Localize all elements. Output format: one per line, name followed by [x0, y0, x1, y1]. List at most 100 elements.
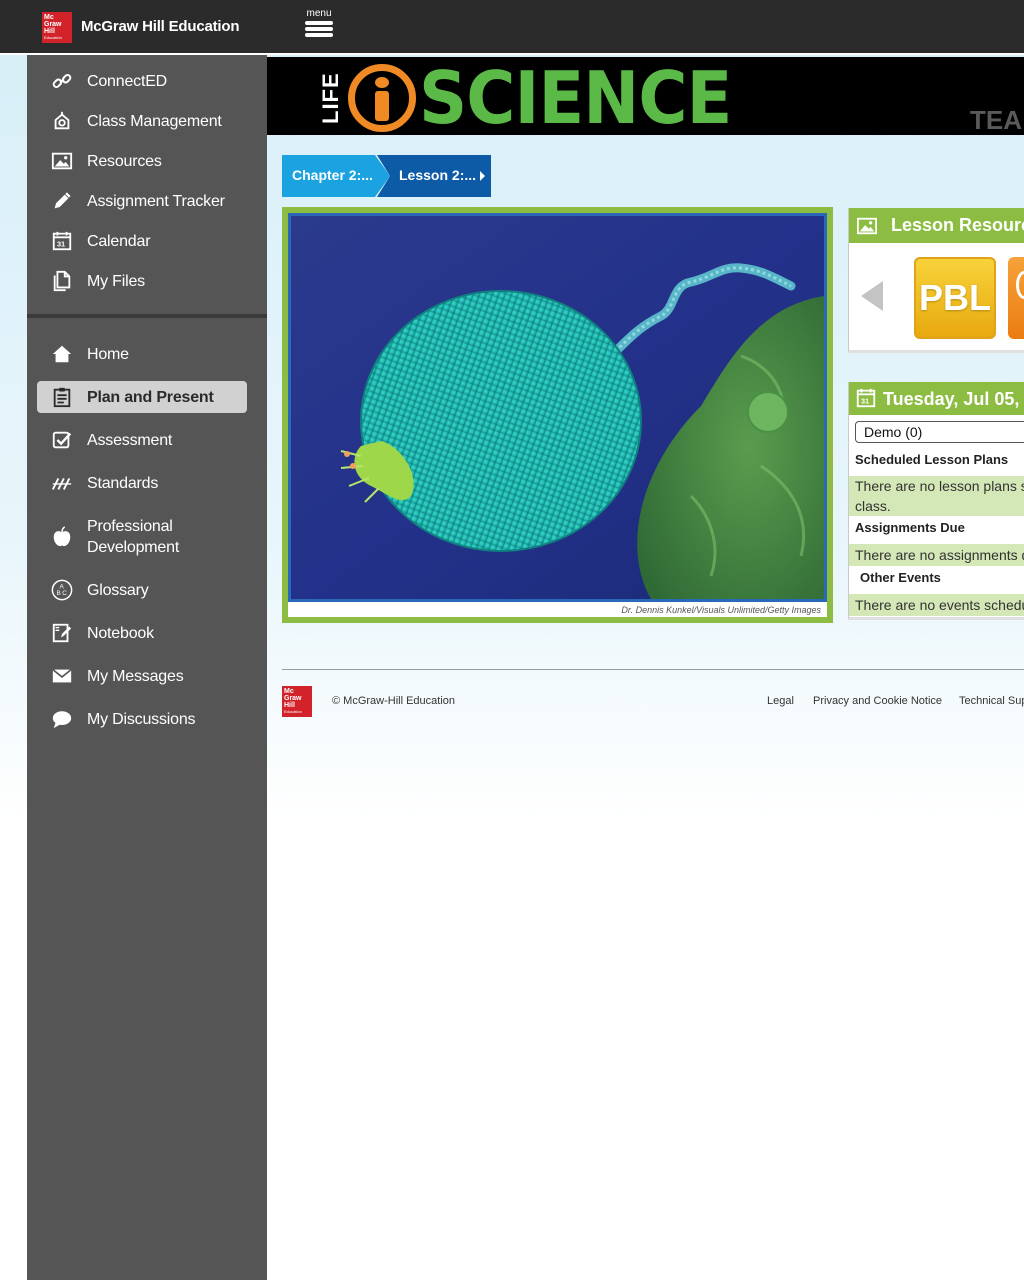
- link-icon: [37, 70, 87, 92]
- sidebar-item-label: Assessment: [87, 431, 173, 449]
- footer-privacy-link[interactable]: Privacy and Cookie Notice: [813, 695, 942, 707]
- class-select[interactable]: Demo (0): [855, 421, 1024, 443]
- sidebar-item-label: Professional Development: [87, 516, 179, 558]
- sidebar-item-resources[interactable]: Resources: [37, 145, 247, 177]
- lesson-resources-title: Lesson Resources: [891, 215, 1024, 235]
- sidebar-item-label: Class Management: [87, 112, 222, 130]
- sidebar-item-connected[interactable]: ConnectED: [37, 65, 247, 97]
- footer-divider: [282, 669, 1024, 670]
- logo-line-education: Education: [44, 35, 62, 40]
- clipboard-icon: [37, 386, 87, 408]
- pencil-icon: [37, 190, 87, 212]
- scheduled-note-line: class.: [855, 498, 891, 514]
- apple-bell-icon: [37, 110, 87, 132]
- sidebar-item-label: Notebook: [87, 624, 154, 642]
- logo-line-mc: Mc: [284, 688, 294, 695]
- carousel-prev-button[interactable]: [861, 281, 883, 311]
- microorganism-photo: [291, 216, 824, 599]
- home-icon: [37, 343, 87, 365]
- logo-line-mc: Mc: [44, 14, 54, 21]
- svg-text:31: 31: [57, 240, 65, 249]
- calendar-panel: 31 Tuesday, Jul 05, Demo (0) Scheduled L…: [848, 382, 1024, 620]
- sidebar: ConnectED Class Management Resources Ass…: [27, 55, 267, 1280]
- calendar-header: 31 Tuesday, Jul 05,: [849, 382, 1024, 415]
- hamburger-icon: [305, 21, 333, 25]
- breadcrumb-chapter[interactable]: Chapter 2:...: [282, 155, 390, 197]
- calendar-icon: 31: [855, 387, 877, 414]
- sidebar-item-label: Home: [87, 345, 129, 363]
- sidebar-item-label: My Messages: [87, 667, 184, 685]
- sidebar-divider: [27, 314, 267, 318]
- footer-technical-support-link[interactable]: Technical Sup: [959, 695, 1024, 707]
- brand-name: McGraw Hill Education: [81, 18, 240, 35]
- sidebar-item-label: My Files: [87, 272, 145, 290]
- abc-icon: ABC: [37, 579, 87, 601]
- lesson-hero-image-frame: Dr. Dennis Kunkel/Visuals Unlimited/Gett…: [282, 207, 833, 623]
- sidebar-item-label: Standards: [87, 474, 159, 492]
- svg-text:B: B: [57, 590, 61, 597]
- sidebar-item-glossary[interactable]: ABC Glossary: [37, 574, 247, 606]
- footer-legal-link[interactable]: Legal: [767, 695, 794, 707]
- i-logo-dot: [375, 77, 389, 88]
- slashes-icon: [37, 472, 87, 494]
- banner-edition-text: TEA: [970, 105, 1022, 135]
- scheduled-lesson-plans-heading: Scheduled Lesson Plans: [849, 449, 1024, 471]
- sidebar-item-class-management[interactable]: Class Management: [37, 105, 247, 137]
- sidebar-item-label: Assignment Tracker: [87, 192, 225, 210]
- sidebar-item-label: Calendar: [87, 232, 151, 250]
- sidebar-item-calendar[interactable]: 31 Calendar: [37, 225, 247, 257]
- speech-bubble-icon: [37, 708, 87, 730]
- sidebar-item-home[interactable]: Home: [37, 338, 247, 370]
- sidebar-item-standards[interactable]: Standards: [37, 467, 247, 499]
- sidebar-item-my-files[interactable]: My Files: [37, 265, 247, 297]
- image-credit: Dr. Dennis Kunkel/Visuals Unlimited/Gett…: [621, 605, 821, 615]
- checkbox-icon: [37, 429, 87, 451]
- resource-tile[interactable]: [1008, 257, 1024, 339]
- sidebar-item-notebook[interactable]: Notebook: [37, 617, 247, 649]
- lesson-resources-header: Lesson Resources: [849, 208, 1024, 243]
- hamburger-bar: [305, 27, 333, 31]
- svg-text:31: 31: [861, 397, 869, 406]
- sidebar-item-assignment-tracker[interactable]: Assignment Tracker: [37, 185, 247, 217]
- breadcrumb-lesson-label: Lesson 2:...: [399, 167, 477, 183]
- mcgraw-hill-logo[interactable]: Mc Graw Hill Education: [42, 12, 72, 43]
- logo-line-graw: Graw: [44, 21, 62, 28]
- lesson-resources-panel: Lesson Resources PBL: [848, 208, 1024, 353]
- sidebar-item-label: ConnectED: [87, 72, 168, 90]
- sidebar-item-professional-development[interactable]: Professional Development: [37, 515, 247, 559]
- banner-science-text: SCIENCE: [419, 56, 732, 140]
- calendar-icon: 31: [37, 230, 87, 252]
- banner-life-text: LIFE: [318, 72, 343, 124]
- hamburger-bar: [305, 33, 333, 37]
- breadcrumb-lesson[interactable]: Lesson 2:...: [377, 155, 491, 197]
- scheduled-note-line: There are no lesson plans s: [855, 478, 1024, 494]
- sidebar-item-label-line: Professional: [87, 518, 173, 535]
- sidebar-item-label: Plan and Present: [87, 388, 214, 406]
- svg-text:C: C: [62, 590, 67, 597]
- sidebar-item-my-discussions[interactable]: My Discussions: [37, 703, 247, 735]
- assignments-due-heading: Assignments Due: [849, 517, 1024, 539]
- notebook-icon: [37, 622, 87, 644]
- sidebar-item-plan-and-present[interactable]: Plan and Present: [37, 381, 247, 413]
- sidebar-item-assessment[interactable]: Assessment: [37, 424, 247, 456]
- pbl-resource-tile[interactable]: PBL: [914, 257, 996, 339]
- image-icon: [37, 150, 87, 172]
- other-events-heading: Other Events: [849, 567, 1024, 589]
- sidebar-item-label-line: Development: [87, 539, 180, 556]
- menu-button[interactable]: menu: [302, 8, 336, 44]
- calendar-date: Tuesday, Jul 05,: [883, 389, 1020, 409]
- logo-line-graw: Graw: [284, 695, 302, 702]
- sidebar-item-label: My Discussions: [87, 710, 196, 728]
- other-events-note: There are no events schedu: [849, 594, 1024, 616]
- menu-label: menu: [306, 8, 332, 19]
- i-logo-stem: [375, 91, 389, 121]
- logo-line-education: Education: [284, 709, 302, 714]
- footer-copyright: © McGraw-Hill Education: [332, 695, 456, 707]
- files-icon: [37, 270, 87, 292]
- lesson-hero-inner: Dr. Dennis Kunkel/Visuals Unlimited/Gett…: [288, 213, 827, 617]
- scheduled-lesson-plans-note: There are no lesson plans s class.: [849, 476, 1024, 516]
- envelope-icon: [37, 665, 87, 687]
- breadcrumb: Chapter 2:... Lesson 2:...: [282, 155, 492, 197]
- caret-right-icon: [480, 171, 485, 181]
- sidebar-item-my-messages[interactable]: My Messages: [37, 660, 247, 692]
